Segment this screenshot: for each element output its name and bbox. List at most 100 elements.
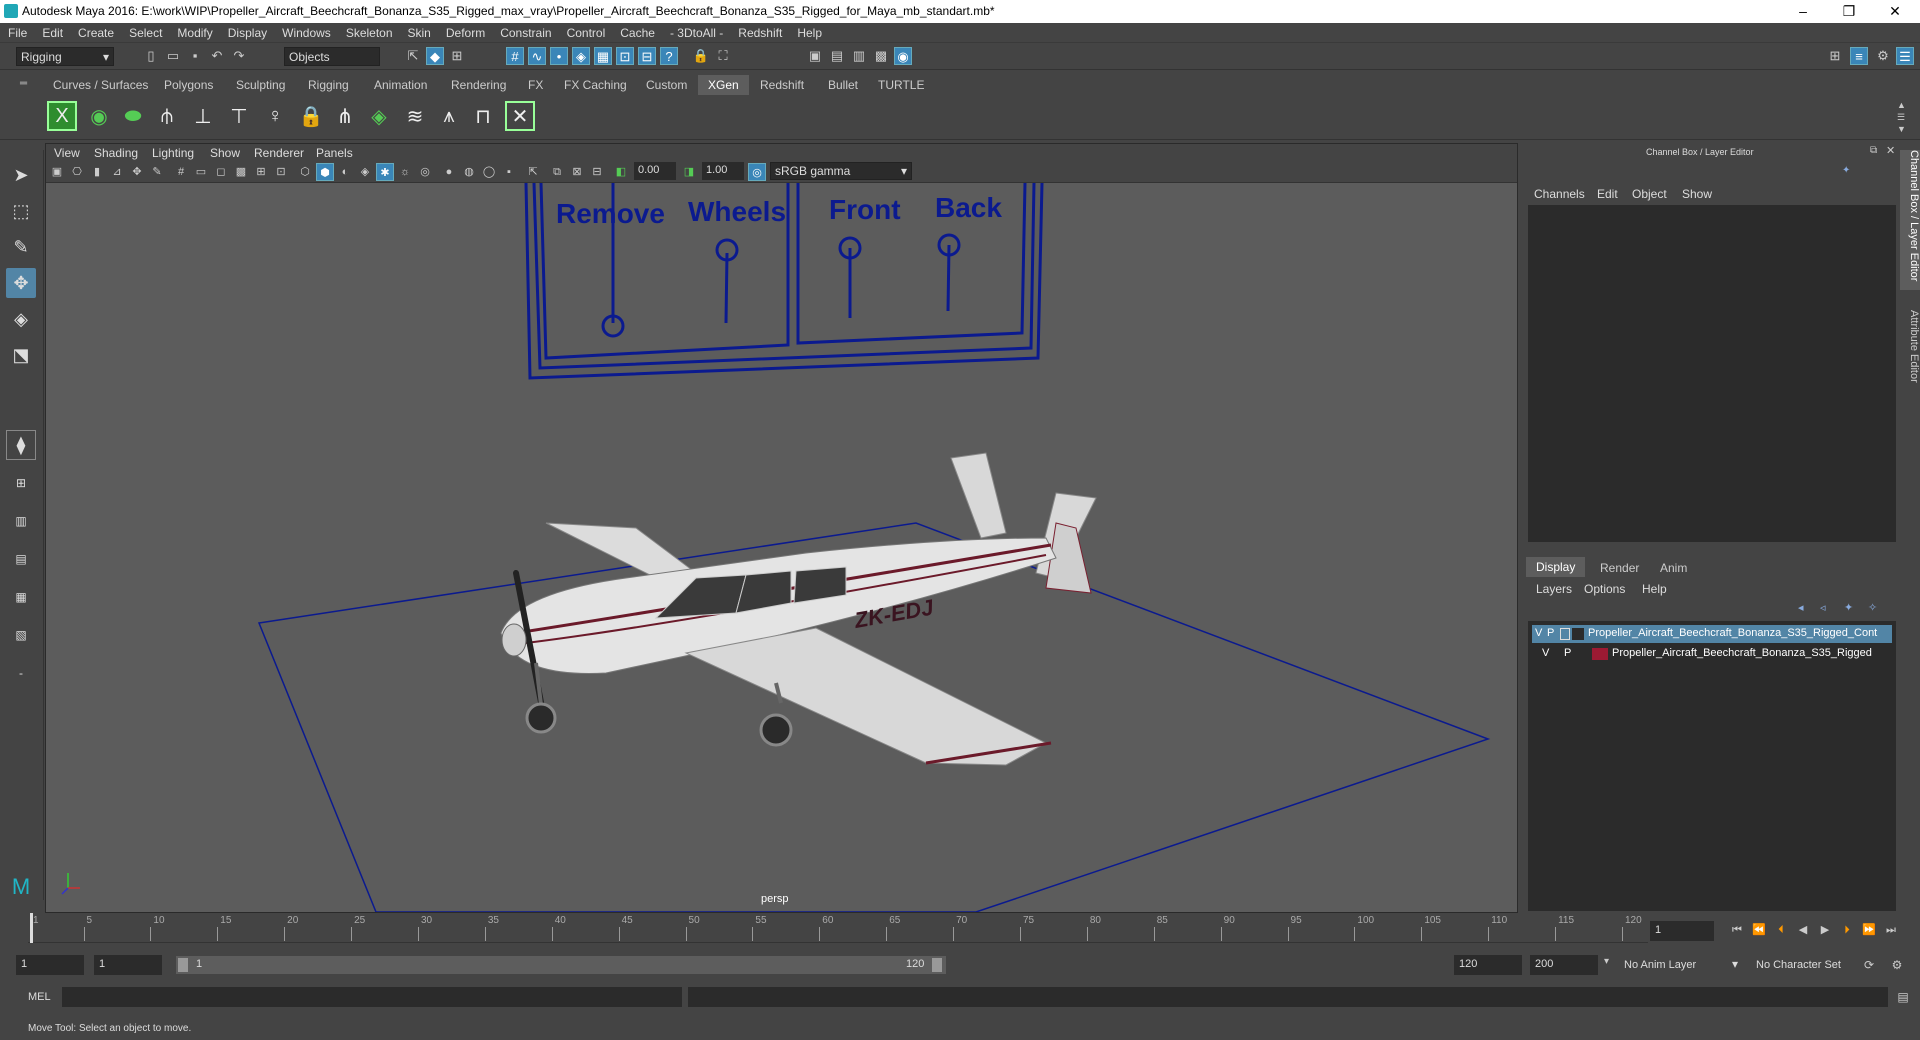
place-guide-icon[interactable]: ⫛ [152, 101, 182, 131]
range-slider[interactable]: 1 120 [176, 956, 946, 974]
tab-polygons[interactable]: Polygons [164, 78, 213, 92]
menu-redshift[interactable]: Redshift [730, 23, 789, 40]
color-space-dropdown[interactable]: sRGB gamma ▾ [770, 162, 912, 180]
xgen-create-icon[interactable]: ⬬ [118, 101, 148, 131]
snap-point-icon[interactable]: • [550, 47, 568, 65]
sculpt-guide-icon[interactable]: ♀ [260, 101, 290, 131]
selection-mode-dropdown[interactable]: Objects [284, 47, 380, 66]
snap-grid-icon[interactable]: # [506, 47, 524, 65]
tab-render[interactable]: Render [1600, 561, 1639, 575]
xray-icon[interactable]: ◎ [416, 163, 434, 181]
history-icon[interactable]: ⊟ [638, 47, 656, 65]
rotate-tool-icon[interactable]: ◈ [6, 304, 36, 334]
new-layer-icon[interactable]: ✦ [1844, 601, 1853, 614]
menu-modify[interactable]: Modify [169, 23, 219, 40]
four-view-icon[interactable]: ⊞ [6, 468, 36, 498]
menu-create[interactable]: Create [70, 23, 121, 40]
step-back-key-icon[interactable]: ⏪ [1750, 921, 1768, 939]
cb-menu-show[interactable]: Show [1682, 187, 1712, 201]
shadows-icon[interactable]: ☼ [396, 163, 414, 181]
menu-file[interactable]: File [0, 23, 34, 40]
hair-guide-icon[interactable]: ⩚ [434, 101, 464, 131]
tab-redshift[interactable]: Redshift [760, 78, 804, 92]
cb-menu-edit[interactable]: Edit [1597, 187, 1618, 201]
le-menu-options[interactable]: Options [1584, 582, 1625, 596]
ipr-render-icon[interactable]: ▤ [828, 47, 846, 65]
layer-visibility-toggle[interactable]: V [1542, 647, 1549, 659]
tab-xgen[interactable]: XGen [698, 75, 749, 95]
tab-display[interactable]: Display [1526, 557, 1586, 577]
select-component-icon[interactable]: ⊞ [448, 47, 466, 65]
hypershade-icon[interactable]: ▩ [872, 47, 890, 65]
persp-outliner-icon[interactable]: ▦ [6, 582, 36, 612]
time-slider[interactable]: 1 5 10 15 20 25 30 35 40 45 50 55 60 65 70 75 80 85 90 95 10… [0, 913, 1920, 948]
grid-icon[interactable]: # [172, 163, 190, 181]
play-backward-icon[interactable]: ◀ [1794, 921, 1812, 939]
snap-surface-icon[interactable]: ▦ [594, 47, 612, 65]
shelf-menu-arrow-icon[interactable]: ☰ [1897, 112, 1905, 123]
snap-view-icon[interactable]: ◈ [572, 47, 590, 65]
play-forward-icon[interactable]: ▶ [1816, 921, 1834, 939]
exposure-icon[interactable]: ◧ [612, 163, 630, 181]
tab-animation[interactable]: Animation [374, 78, 427, 92]
channel-box-toggle-icon[interactable]: ≡ [1850, 47, 1868, 65]
viewport-scene[interactable]: Remove Wheels Front Back ZK-EDJ persp [46, 183, 1517, 912]
symmetry-icon[interactable]: ? [660, 47, 678, 65]
gate-mask-icon[interactable]: ▩ [232, 163, 250, 181]
frame-all-icon[interactable]: ⊟ [588, 163, 606, 181]
character-set-dropdown[interactable]: No Character Set [1752, 955, 1870, 975]
side-by-side-icon[interactable]: ▥ [6, 506, 36, 536]
menu-constrain[interactable]: Constrain [492, 23, 558, 40]
vp-menu-shading[interactable]: Shading [94, 146, 138, 160]
xray-joints-icon[interactable]: ⧉ [548, 163, 566, 181]
camera-select-icon[interactable]: ▣ [48, 163, 66, 181]
layer-color-swatch[interactable] [1572, 628, 1584, 640]
lasso-tool-icon[interactable]: ⬚ [6, 196, 36, 226]
tab-rendering[interactable]: Rendering [451, 78, 506, 92]
current-time-marker[interactable] [30, 913, 33, 943]
redo-icon[interactable]: ↷ [230, 47, 248, 65]
menu-display[interactable]: Display [220, 23, 274, 40]
width-guide-icon[interactable]: ⊓ [468, 101, 498, 131]
vp-menu-view[interactable]: View [54, 146, 80, 160]
channel-key-icon[interactable]: ✦ [1842, 165, 1850, 176]
select-tool-icon[interactable]: ➤ [6, 160, 36, 190]
tab-custom[interactable]: Custom [646, 78, 687, 92]
menu-cache[interactable]: Cache [612, 23, 662, 40]
cb-menu-object[interactable]: Object [1632, 187, 1667, 201]
restore-button[interactable]: ❐ [1826, 0, 1872, 23]
float-panel-icon[interactable]: ⧉ [1870, 145, 1877, 156]
twod-pan-icon[interactable]: ✥ [128, 163, 146, 181]
gamma-field[interactable]: 1.00 [702, 162, 744, 180]
persp-graph-icon[interactable]: ▤ [6, 544, 36, 574]
command-input[interactable] [62, 987, 682, 1007]
layer-playback-toggle[interactable]: P [1564, 647, 1571, 659]
move-tool-icon[interactable]: ✥ [6, 268, 36, 298]
animation-prefs-icon[interactable]: ⚙ [1888, 956, 1906, 974]
antialias-icon[interactable]: ◯ [480, 163, 498, 181]
use-lights-icon[interactable]: ✱ [376, 163, 394, 181]
menu-set-dropdown[interactable]: Rigging ▾ [16, 47, 114, 66]
gamma-icon[interactable]: ◨ [680, 163, 698, 181]
close-button[interactable]: ✕ [1872, 0, 1918, 23]
undo-icon[interactable]: ↶ [208, 47, 226, 65]
menu-help[interactable]: Help [789, 23, 829, 40]
script-language-label[interactable]: MEL [28, 991, 51, 1003]
exposure-field[interactable]: 0.00 [634, 162, 676, 180]
resolution-gate-icon[interactable]: ◻ [212, 163, 230, 181]
select-object-icon[interactable]: ◆ [426, 47, 444, 65]
shelf-scroll-up-icon[interactable]: ▲ [1897, 100, 1906, 110]
tab-sculpting[interactable]: Sculpting [236, 78, 285, 92]
auto-key-icon[interactable]: ⟳ [1860, 956, 1878, 974]
field-chart-icon[interactable]: ⊞ [252, 163, 270, 181]
script-editor-icon[interactable]: ▤ [1894, 988, 1912, 1006]
tool-settings-toggle-icon[interactable]: ⚙ [1874, 47, 1892, 65]
depth-of-field-icon[interactable]: ▪ [500, 163, 518, 181]
color-management-icon[interactable]: ◎ [748, 163, 766, 181]
single-view-icon[interactable]: ⧫ [6, 430, 36, 460]
menu-edit[interactable]: Edit [34, 23, 70, 40]
bookmark-icon[interactable]: ▮ [88, 163, 106, 181]
grease-pencil-icon[interactable]: ✎ [148, 163, 166, 181]
playback-end-field[interactable]: 120 [1454, 955, 1522, 975]
step-back-frame-icon[interactable]: ⏴ [1772, 921, 1790, 939]
